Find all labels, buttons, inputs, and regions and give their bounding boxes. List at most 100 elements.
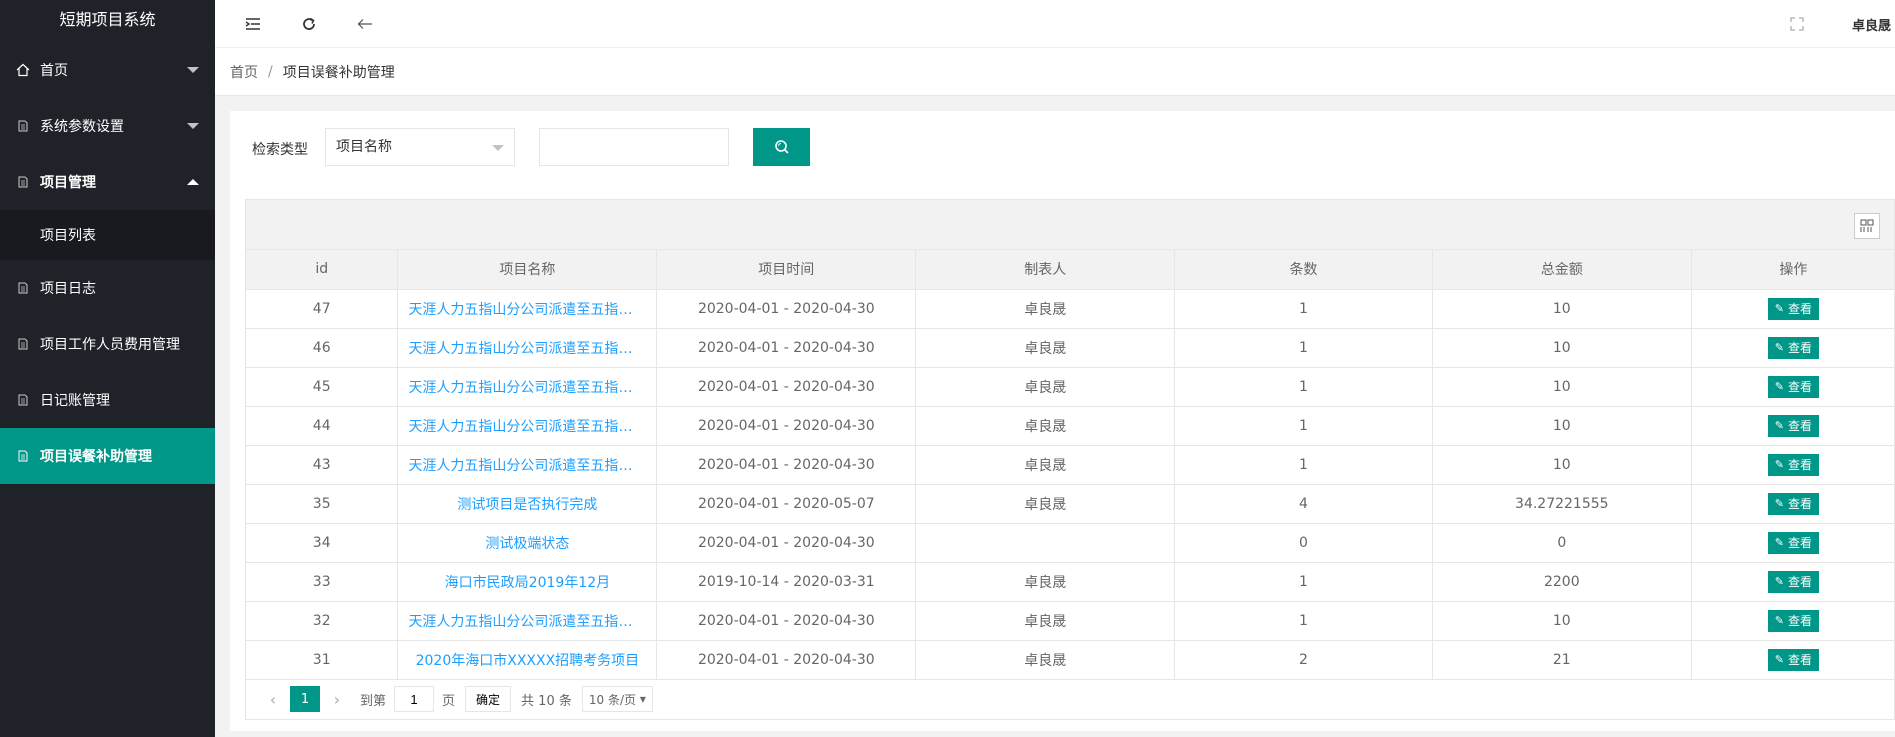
cell-actions: ✎ 查看 [1691, 484, 1894, 524]
menu-toggle-button[interactable] [225, 0, 281, 48]
page-size-value: 10 条/页 [588, 692, 636, 707]
column-filter-button[interactable] [1854, 213, 1880, 239]
cell-count: 1 [1174, 445, 1433, 485]
cell-maker: 卓良晟 [915, 406, 1176, 446]
refresh-button[interactable] [281, 0, 337, 48]
goto-page-input[interactable] [394, 686, 435, 712]
cell-project-time: 2020-04-01 - 2020-04-30 [656, 367, 917, 407]
search-button[interactable] [753, 128, 810, 166]
cell-project-name[interactable]: 天涯人力五指山分公司派遣至五指山市... [397, 406, 658, 446]
cell-project-name[interactable]: 天涯人力五指山分公司派遣至五指山市... [397, 289, 658, 329]
view-button-label: 查看 [1787, 536, 1812, 550]
chevron-down-icon [187, 123, 199, 129]
sidebar-item-system-settings[interactable]: 系统参数设置 [0, 98, 215, 154]
sidebar-item-staff-cost[interactable]: 项目工作人员费用管理 [0, 316, 215, 372]
search-input[interactable] [539, 128, 729, 166]
view-button[interactable]: ✎ 查看 [1767, 453, 1819, 476]
table-toolbar [246, 200, 1894, 250]
view-button[interactable]: ✎ 查看 [1767, 375, 1819, 398]
sidebar-item-meal-allowance[interactable]: 项目误餐补助管理 [0, 428, 215, 484]
sidebar-item-journal[interactable]: 日记账管理 [0, 372, 215, 428]
current-page[interactable]: 1 [290, 686, 320, 712]
cell-maker: 卓良晟 [915, 367, 1176, 407]
cell-project-name[interactable]: 海口市民政局2019年12月 [397, 562, 658, 602]
menu-fold-icon [245, 17, 260, 30]
cell-project-name[interactable]: 测试极端状态 [397, 523, 658, 563]
cell-id: 34 [246, 523, 399, 563]
cell-total: 10 [1432, 406, 1692, 446]
cell-maker: 卓良晟 [915, 562, 1176, 602]
goto-confirm-button[interactable]: 确定 [465, 686, 512, 712]
cell-actions: ✎ 查看 [1691, 328, 1894, 368]
view-button[interactable]: ✎ 查看 [1767, 531, 1819, 554]
view-button[interactable]: ✎ 查看 [1767, 336, 1819, 359]
sidebar-item-project-list[interactable]: 项目列表 [0, 210, 215, 260]
column-header[interactable]: 条数 [1174, 250, 1433, 290]
breadcrumb-home[interactable]: 首页 [230, 62, 258, 82]
cell-project-name[interactable]: 天涯人力五指山分公司派遣至五指山市... [397, 328, 658, 368]
sidebar-item-home[interactable]: 首页 [0, 42, 215, 98]
cell-project-time: 2020-04-01 - 2020-04-30 [656, 640, 917, 680]
column-header[interactable]: 总金额 [1432, 250, 1692, 290]
cell-total: 0 [1432, 523, 1692, 563]
table-row: 32 天涯人力五指山分公司派遣至五指山市... 2020-04-01 - 2020-… [246, 601, 1894, 641]
column-header[interactable]: 制表人 [915, 250, 1176, 290]
edit-icon: ✎ [1774, 303, 1784, 315]
cell-id: 32 [246, 601, 399, 641]
cell-project-name[interactable]: 天涯人力五指山分公司派遣至五指山市... [397, 601, 658, 641]
user-name[interactable]: 卓良晟 [1852, 15, 1895, 34]
app-title: 短期项目系统 [0, 0, 215, 42]
sidebar-item-project-log[interactable]: 项目日志 [0, 260, 215, 316]
cell-project-name[interactable]: 天涯人力五指山分公司派遣至五指山市... [397, 367, 658, 407]
view-button[interactable]: ✎ 查看 [1767, 492, 1819, 515]
file-icon [15, 174, 31, 190]
view-button[interactable]: ✎ 查看 [1767, 609, 1819, 632]
edit-icon: ✎ [1774, 498, 1784, 510]
view-button[interactable]: ✎ 查看 [1767, 570, 1819, 593]
cell-project-name[interactable]: 2020年海口市XXXXX招聘考务项目 [397, 640, 658, 680]
cell-maker: 卓良晟 [915, 445, 1176, 485]
file-icon [15, 336, 31, 352]
search-form: 检索类型 项目名称 [230, 111, 1895, 187]
table-header-row: id 项目名称 项目时间 制表人 条数 总金额 操作 [246, 250, 1894, 290]
cell-project-time: 2020-04-01 - 2020-04-30 [656, 445, 917, 485]
cell-total: 10 [1432, 289, 1692, 329]
search-type-select[interactable]: 项目名称 [325, 128, 515, 166]
cell-project-time: 2020-04-01 - 2020-04-30 [656, 328, 917, 368]
cell-total: 10 [1432, 601, 1692, 641]
next-page-button[interactable]: › [322, 690, 352, 709]
cell-total: 34.27221555 [1432, 484, 1692, 524]
cell-id: 46 [246, 328, 399, 368]
sidebar-item-label: 系统参数设置 [40, 119, 124, 135]
cell-project-name[interactable]: 天涯人力五指山分公司派遣至五指山市... [397, 445, 658, 485]
column-header[interactable]: 项目名称 [397, 250, 658, 290]
cell-maker: 卓良晟 [915, 601, 1176, 641]
cell-id: 43 [246, 445, 399, 485]
view-button-label: 查看 [1787, 341, 1812, 355]
file-icon [15, 280, 31, 296]
chevron-down-icon [187, 67, 199, 73]
header-right: 卓良晟 [1782, 0, 1895, 48]
file-icon [15, 392, 31, 408]
table-row: 43 天涯人力五指山分公司派遣至五指山市... 2020-04-01 - 2020-… [246, 445, 1894, 485]
sidebar-item-label: 项目管理 [40, 175, 96, 191]
cell-actions: ✎ 查看 [1691, 289, 1894, 329]
fullscreen-button[interactable] [1782, 0, 1812, 48]
column-header[interactable]: 项目时间 [656, 250, 917, 290]
cell-project-name[interactable]: 测试项目是否执行完成 [397, 484, 658, 524]
sidebar-item-project-management[interactable]: 项目管理 [0, 154, 215, 210]
sidebar-item-label: 首页 [40, 63, 68, 79]
view-button[interactable]: ✎ 查看 [1767, 414, 1819, 437]
back-button[interactable] [337, 0, 393, 48]
prev-page-button[interactable]: ‹ [258, 690, 288, 709]
column-header[interactable]: id [246, 250, 399, 290]
table-row: 46 天涯人力五指山分公司派遣至五指山市... 2020-04-01 - 2020-… [246, 328, 1894, 368]
cell-total: 10 [1432, 367, 1692, 407]
column-header[interactable]: 操作 [1691, 250, 1894, 290]
cell-actions: ✎ 查看 [1691, 562, 1894, 602]
view-button[interactable]: ✎ 查看 [1767, 297, 1819, 320]
cell-maker: 卓良晟 [915, 484, 1176, 524]
page-size-select[interactable]: 10 条/页 ▾ [581, 686, 653, 712]
cell-actions: ✎ 查看 [1691, 601, 1894, 641]
view-button[interactable]: ✎ 查看 [1767, 648, 1819, 671]
